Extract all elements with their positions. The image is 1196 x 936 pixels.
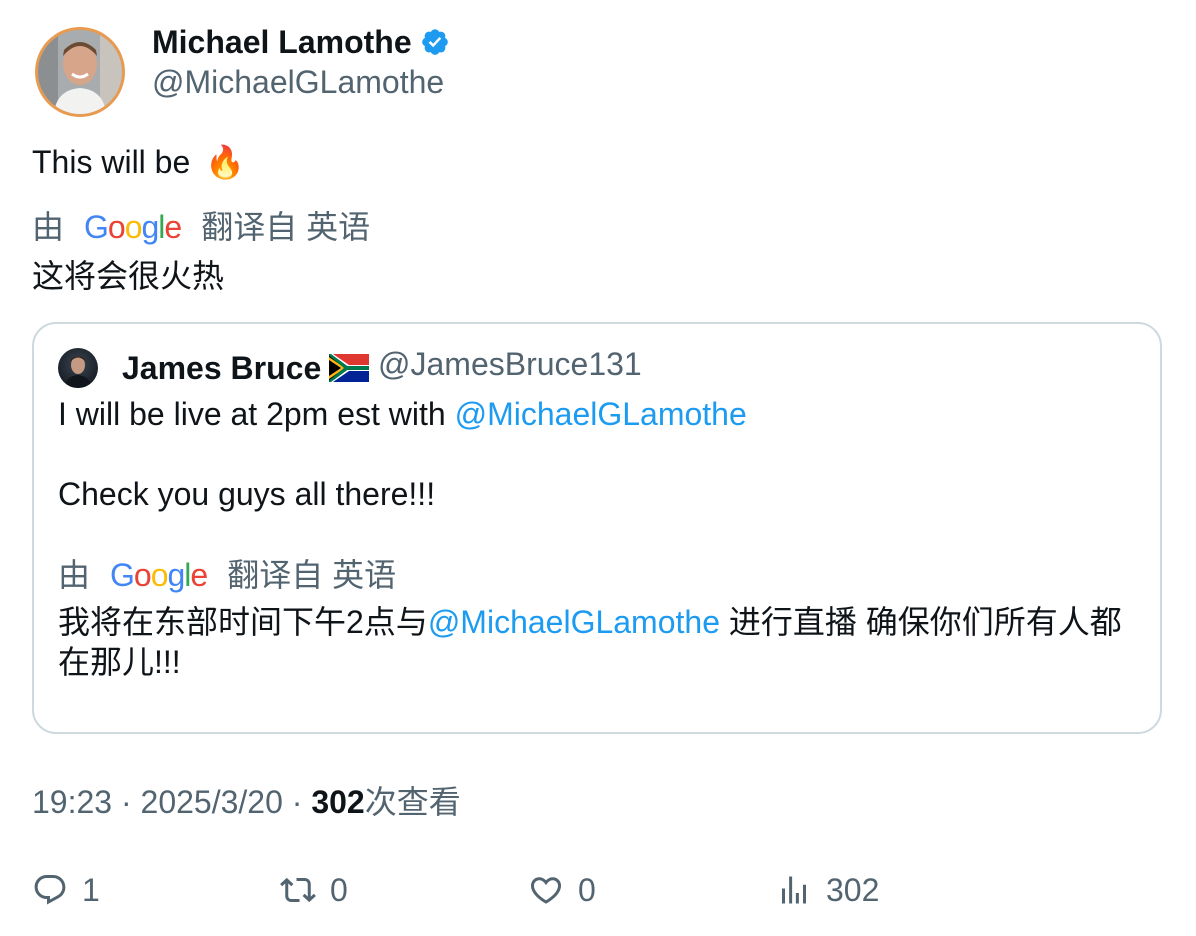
author-name[interactable]: Michael Lamothe: [152, 22, 450, 62]
views-button[interactable]: 302: [776, 868, 879, 912]
google-logo-icon: Google: [110, 557, 208, 593]
repost-button[interactable]: 0: [280, 868, 348, 912]
quoted-author-name[interactable]: James Bruce: [122, 346, 370, 390]
translation-attribution: 由 Google 翻译自 英语: [32, 205, 370, 249]
tweet-date[interactable]: 2025/3/20: [141, 784, 283, 820]
south-africa-flag-icon: [329, 354, 370, 382]
heart-icon: [530, 877, 562, 904]
fire-emoji: 🔥: [205, 144, 245, 180]
author-avatar[interactable]: [35, 27, 125, 117]
like-count: 0: [578, 872, 596, 908]
reply-count: 1: [82, 872, 100, 908]
quoted-translation-suffix: 翻译自 英语: [227, 557, 397, 593]
reply-icon: [34, 875, 66, 905]
quoted-text-prefix: I will be live at 2pm est with: [58, 396, 455, 432]
like-button[interactable]: 0: [528, 868, 596, 912]
verified-badge-icon: [421, 29, 448, 55]
quoted-tweet-line-1: I will be live at 2pm est with @MichaelG…: [58, 392, 747, 436]
google-logo-icon: Google: [84, 209, 182, 245]
views-action-count: 302: [826, 872, 880, 908]
quoted-author-name-text[interactable]: James Bruce: [122, 346, 321, 390]
tweet-time[interactable]: 19:23: [32, 784, 112, 820]
author-name-text[interactable]: Michael Lamothe: [152, 22, 412, 62]
repost-count: 0: [330, 872, 348, 908]
quoted-author-handle[interactable]: @JamesBruce131: [378, 342, 642, 386]
tweet-meta: 19:23 · 2025/3/20 · 302次查看: [32, 784, 461, 820]
views-count: 302: [311, 784, 365, 820]
quoted-author-avatar[interactable]: [58, 348, 98, 388]
views-label: 次查看: [364, 784, 461, 820]
repost-icon: [280, 877, 316, 903]
mention-link[interactable]: @MichaelGLamothe: [455, 396, 747, 432]
quoted-translated-text: 我将在东部时间下午2点与@MichaelGLamothe 进行直播 确保你们所有…: [58, 602, 1138, 682]
quoted-translated-mention-link[interactable]: @MichaelGLamothe: [428, 604, 720, 640]
quoted-tweet-line-2: Check you guys all there!!!: [58, 476, 436, 512]
translated-text: 这将会很火热: [32, 258, 225, 294]
tweet-text-content: This will be: [32, 144, 191, 180]
translation-suffix: 翻译自 英语: [201, 209, 371, 245]
analytics-icon: [782, 876, 806, 904]
reply-button[interactable]: 1: [32, 868, 100, 912]
tweet-text: This will be 🔥: [32, 140, 245, 184]
quoted-translation-prefix: 由: [58, 557, 91, 593]
quoted-translation-attribution: 由 Google 翻译自 英语: [58, 553, 396, 597]
translation-prefix: 由: [32, 209, 65, 245]
author-handle[interactable]: @MichaelGLamothe: [152, 62, 444, 102]
quoted-translated-prefix: 我将在东部时间下午2点与: [58, 604, 428, 640]
